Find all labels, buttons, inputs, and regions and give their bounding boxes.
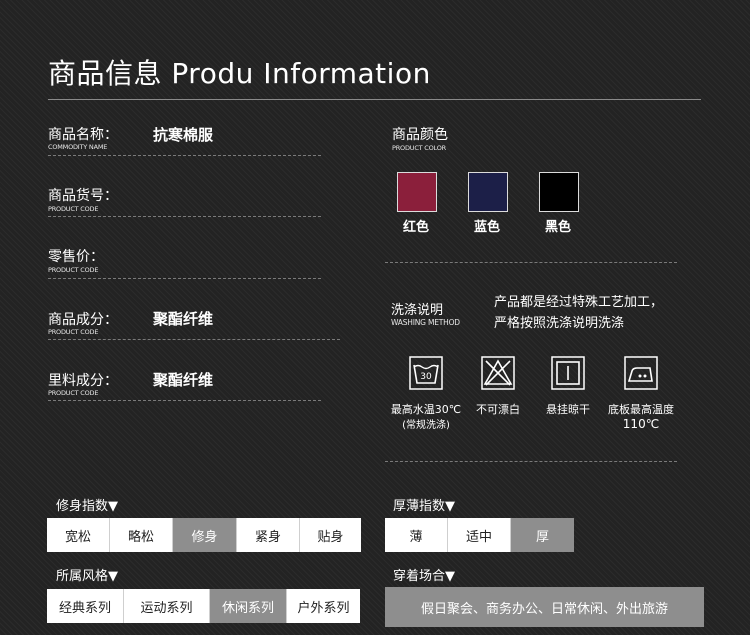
occasion-label: 穿着场合▼ — [393, 569, 455, 584]
fit-options: 宽松 略松 修身 紧身 贴身 — [47, 518, 361, 552]
commodity-name-label: 商品名称： — [48, 127, 118, 143]
black-swatch[interactable] — [539, 172, 579, 212]
blue-swatch[interactable] — [468, 172, 508, 212]
fit-option-tight[interactable]: 紧身 — [237, 518, 300, 552]
hang-dry-caption: 悬挂晾干 — [546, 403, 590, 416]
thickness-option-thin[interactable]: 薄 — [385, 518, 448, 552]
washing-desc-line1: 产品都是经过特殊工艺加工， — [494, 295, 664, 310]
retail-price-sublabel: PRODUCT CODE — [48, 266, 99, 274]
lining-sublabel: PRODUCT CODE — [48, 389, 99, 397]
washing-sublabel: WASHING METHOD — [391, 318, 460, 327]
product-code-sublabel: PRODUCT CODE — [48, 205, 99, 213]
washing-label: 洗涤说明 — [391, 303, 444, 318]
color-sublabel: PRODUCT COLOR — [392, 144, 446, 152]
fit-option-slim[interactable]: 修身 — [173, 518, 237, 552]
style-option-casual[interactable]: 休闲系列 — [210, 589, 287, 623]
dashed-divider — [385, 262, 677, 263]
color-label: 商品颜色 — [392, 127, 448, 143]
fit-option-loose[interactable]: 宽松 — [47, 518, 110, 552]
fit-option-slightly-loose[interactable]: 略松 — [110, 518, 173, 552]
thickness-option-medium[interactable]: 适中 — [448, 518, 511, 552]
style-option-sport[interactable]: 运动系列 — [124, 589, 210, 623]
dashed-divider — [48, 400, 321, 401]
fit-index-label: 修身指数▼ — [56, 499, 118, 514]
wash-temp-number: 30 — [420, 372, 432, 382]
red-swatch-label: 红色 — [402, 220, 429, 235]
lining-label: 里料成分： — [48, 373, 118, 389]
dashed-divider — [385, 461, 677, 462]
product-code-label: 商品货号： — [48, 188, 118, 204]
hang-dry-icon — [551, 356, 585, 390]
iron-medium-icon — [624, 356, 658, 390]
washing-desc-line2: 严格按照洗涤说明洗涤 — [494, 316, 625, 331]
blue-swatch-label: 蓝色 — [473, 220, 500, 235]
occasion-value: 假日聚会、商务办公、日常休闲、外出旅游 — [385, 587, 704, 627]
no-bleach-caption: 不可漂白 — [476, 403, 520, 416]
iron-caption-sub: 110℃ — [622, 417, 660, 431]
wash-30-icon: 30 — [409, 356, 443, 390]
wash-30-caption-sub: (常规洗涤) — [402, 420, 450, 431]
composition-sublabel: PRODUCT CODE — [48, 328, 99, 336]
commodity-name-value: 抗寒棉服 — [153, 126, 214, 144]
style-options: 经典系列 运动系列 休闲系列 户外系列 — [47, 589, 360, 623]
fit-option-body-hugging[interactable]: 贴身 — [300, 518, 361, 552]
thickness-option-thick[interactable]: 厚 — [511, 518, 574, 552]
thickness-index-label: 厚薄指数▼ — [393, 499, 455, 514]
lining-value: 聚酯纤维 — [153, 371, 214, 389]
style-option-classic[interactable]: 经典系列 — [47, 589, 124, 623]
dashed-divider — [48, 216, 321, 217]
retail-price-label: 零售价： — [48, 249, 104, 265]
style-option-outdoor[interactable]: 户外系列 — [287, 589, 360, 623]
red-swatch[interactable] — [397, 172, 437, 212]
composition-label: 商品成分： — [48, 312, 118, 328]
dashed-divider — [48, 339, 340, 340]
dashed-divider — [48, 155, 321, 156]
thickness-options: 薄 适中 厚 — [385, 518, 574, 552]
black-swatch-label: 黑色 — [544, 220, 571, 235]
page-title: 商品信息 Produ Information — [48, 57, 431, 90]
style-label: 所属风格▼ — [56, 569, 118, 584]
composition-value: 聚酯纤维 — [153, 310, 214, 328]
dashed-divider — [48, 278, 321, 279]
title-divider — [48, 99, 701, 100]
wash-30-caption: 最高水温30℃ — [390, 403, 462, 416]
no-bleach-icon — [481, 356, 515, 390]
commodity-name-sublabel: COMMODITY NAME — [48, 143, 108, 151]
